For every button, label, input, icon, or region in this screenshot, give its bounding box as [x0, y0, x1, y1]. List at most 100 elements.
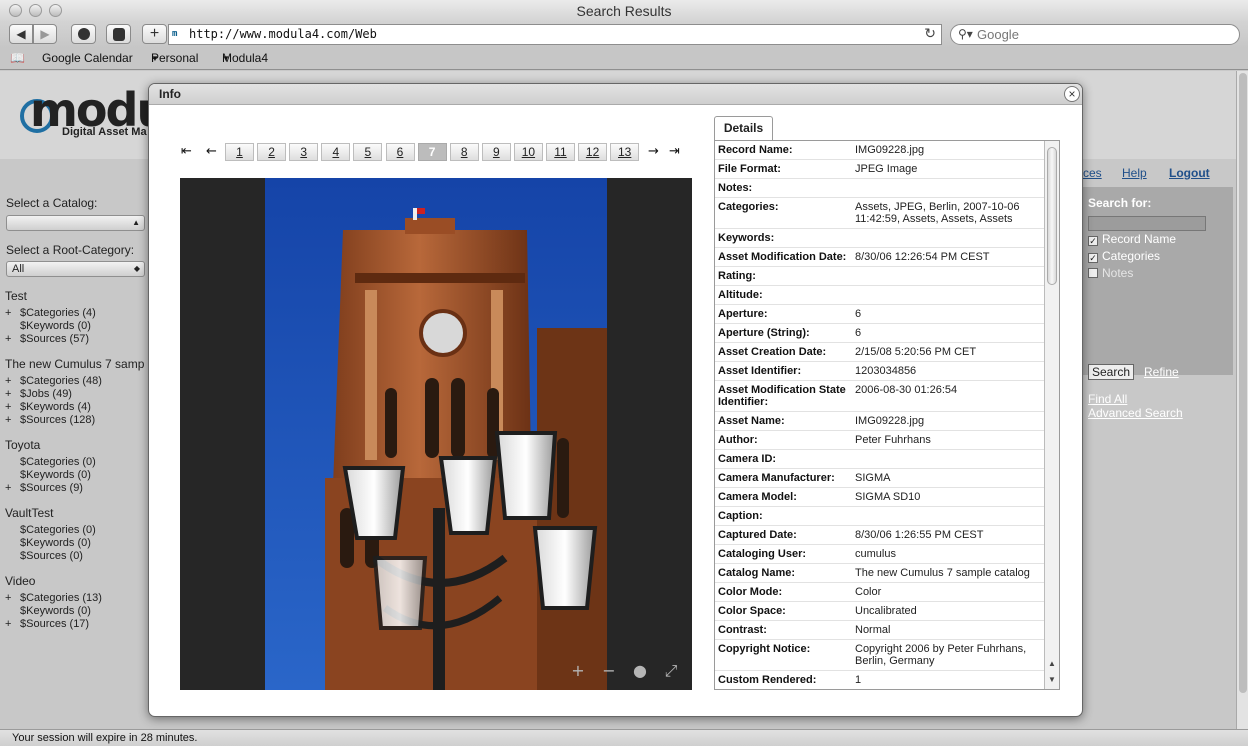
- catalog-tree-item[interactable]: $Sources (0): [5, 550, 83, 562]
- catalog-select[interactable]: ▲: [6, 215, 145, 231]
- catalog-tree-item[interactable]: $Categories (0): [5, 524, 96, 536]
- page-button[interactable]: 5: [353, 143, 383, 161]
- page-button[interactable]: 13: [610, 143, 640, 161]
- details-scroll-thumb[interactable]: [1047, 147, 1057, 285]
- page-vertical-scrollbar[interactable]: [1236, 71, 1248, 729]
- page-button[interactable]: 7: [417, 143, 447, 161]
- expand-icon[interactable]: +: [5, 592, 20, 604]
- back-button[interactable]: ◀: [9, 24, 33, 44]
- expand-icon[interactable]: +: [5, 388, 20, 400]
- search-field-select[interactable]: [1088, 216, 1206, 231]
- expand-icon[interactable]: +: [5, 482, 20, 494]
- catalog-tree-item[interactable]: + $Sources (17): [5, 618, 89, 630]
- scroll-down-icon[interactable]: ▼: [1046, 673, 1058, 687]
- reload-icon[interactable]: ↻: [924, 25, 936, 44]
- next-page-icon[interactable]: →: [648, 143, 659, 160]
- catalog-title[interactable]: Video: [5, 574, 35, 588]
- bookmarks-book-icon[interactable]: 📖: [10, 48, 25, 69]
- search-option[interactable]: ✓ Categories: [1088, 249, 1160, 263]
- nav-link-preferences[interactable]: ces: [1083, 166, 1102, 180]
- page-button[interactable]: 4: [321, 143, 351, 161]
- nav-link-help[interactable]: Help: [1122, 166, 1147, 180]
- catalog-tree-item[interactable]: + $Keywords (4): [5, 401, 91, 413]
- search-button[interactable]: Search: [1088, 364, 1134, 380]
- catalog-title[interactable]: Toyota: [5, 438, 40, 452]
- expand-icon[interactable]: +: [5, 414, 20, 426]
- evernote-button[interactable]: [106, 24, 131, 44]
- fullscreen-icon[interactable]: ⤢: [661, 662, 681, 680]
- expand-icon[interactable]: +: [5, 307, 20, 319]
- page-button[interactable]: 12: [578, 143, 608, 161]
- bookmark-google-calendar[interactable]: Google Calendar: [42, 48, 133, 69]
- catalog-tree-item[interactable]: $Keywords (0): [5, 320, 91, 332]
- refine-link[interactable]: Refine: [1144, 365, 1179, 379]
- catalog-tree-item[interactable]: $Categories (0): [5, 456, 96, 468]
- status-bar: Your session will expire in 28 minutes.: [0, 729, 1248, 746]
- close-icon[interactable]: ×: [1064, 86, 1080, 102]
- scroll-up-icon[interactable]: ▲: [1046, 657, 1058, 671]
- tab-details[interactable]: Details: [714, 116, 773, 140]
- address-bar[interactable]: m http://www.modula4.com/Web ↻: [168, 24, 942, 45]
- page-button[interactable]: 3: [289, 143, 319, 161]
- expand-icon[interactable]: +: [5, 375, 20, 387]
- catalog-tree-item[interactable]: + $Categories (13): [5, 592, 102, 604]
- catalog-tree-item[interactable]: + $Sources (9): [5, 482, 83, 494]
- select-root-category-label: Select a Root-Category:: [6, 243, 135, 257]
- snapback-button[interactable]: [71, 24, 96, 44]
- search-option[interactable]: Notes: [1088, 266, 1133, 280]
- checkbox-icon[interactable]: ✓: [1088, 253, 1098, 263]
- select-arrows-icon: ▲: [132, 218, 140, 227]
- forward-button[interactable]: ▶: [33, 24, 57, 44]
- search-option[interactable]: ✓ Record Name: [1088, 232, 1176, 246]
- page-button[interactable]: 8: [449, 143, 479, 161]
- catalog-title[interactable]: The new Cumulus 7 samp: [5, 357, 144, 371]
- scroll-thumb[interactable]: [1239, 73, 1247, 693]
- first-page-icon[interactable]: ⇤: [181, 143, 192, 160]
- add-bookmark-button[interactable]: +: [142, 24, 167, 44]
- expand-icon[interactable]: +: [5, 401, 20, 413]
- catalog-tree-item[interactable]: $Keywords (0): [5, 537, 91, 549]
- catalog-title[interactable]: VaultTest: [5, 506, 53, 520]
- catalog-tree-item[interactable]: + $Sources (128): [5, 414, 95, 426]
- catalog-tree-item[interactable]: + $Jobs (49): [5, 388, 72, 400]
- catalog-tree-item[interactable]: $Keywords (0): [5, 605, 91, 617]
- image-viewer[interactable]: + − ● ⤢: [180, 178, 692, 690]
- page-button[interactable]: 10: [513, 143, 543, 161]
- page-button[interactable]: 9: [481, 143, 511, 161]
- page-button[interactable]: 11: [546, 143, 575, 161]
- detail-row: Asset Creation Date: 2/15/08 5:20:56 PM C…: [715, 343, 1059, 362]
- catalog-tree-item[interactable]: + $Categories (4): [5, 307, 96, 319]
- details-scrollbar[interactable]: ▲ ▼: [1044, 141, 1059, 689]
- catalog-title[interactable]: Test: [5, 289, 27, 303]
- catalog-tree-item[interactable]: + $Categories (48): [5, 375, 102, 387]
- detail-key: Asset Identifier:: [718, 365, 802, 377]
- last-page-icon[interactable]: ⇥: [669, 143, 680, 160]
- checkbox-icon[interactable]: ✓: [1088, 236, 1098, 246]
- detail-key: Asset Name:: [718, 415, 785, 427]
- catalog-tree-item-label: $Sources (17): [20, 618, 90, 630]
- zoom-window-icon[interactable]: [49, 4, 62, 17]
- prev-page-icon[interactable]: ←: [206, 143, 217, 160]
- catalog-tree-item[interactable]: $Keywords (0): [5, 469, 91, 481]
- close-window-icon[interactable]: [9, 4, 22, 17]
- page-button[interactable]: 6: [385, 143, 415, 161]
- detail-row: Rating:: [715, 267, 1059, 286]
- page-button[interactable]: 1: [225, 143, 254, 161]
- minimize-window-icon[interactable]: [29, 4, 42, 17]
- find-all-link[interactable]: Find All: [1088, 392, 1127, 406]
- reset-zoom-icon[interactable]: ●: [630, 662, 650, 680]
- expand-icon[interactable]: +: [5, 333, 20, 345]
- search-input[interactable]: ⚲▾ Google: [950, 24, 1240, 45]
- detail-key: Copyright Notice:: [718, 643, 811, 655]
- nav-link-logout[interactable]: Logout: [1169, 166, 1210, 180]
- expand-icon[interactable]: +: [5, 618, 20, 630]
- detail-value: 6: [855, 327, 862, 339]
- page-button[interactable]: 2: [257, 143, 287, 161]
- search-option-label: Categories: [1102, 249, 1161, 263]
- checkbox-icon[interactable]: [1088, 268, 1098, 278]
- catalog-tree-item[interactable]: + $Sources (57): [5, 333, 89, 345]
- root-category-select[interactable]: All ◆: [6, 261, 145, 277]
- advanced-search-link[interactable]: Advanced Search: [1088, 406, 1183, 420]
- zoom-out-icon[interactable]: −: [599, 662, 619, 680]
- zoom-in-icon[interactable]: +: [568, 662, 588, 680]
